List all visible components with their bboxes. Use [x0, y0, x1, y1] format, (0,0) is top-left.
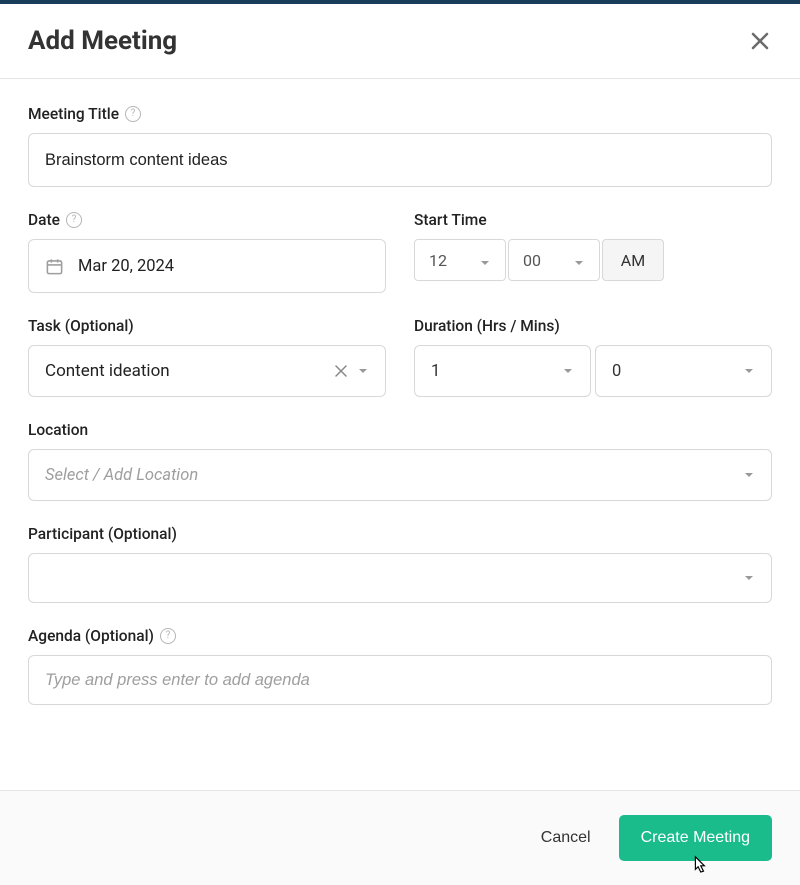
task-select[interactable]: Content ideation [28, 345, 386, 397]
close-icon [335, 365, 347, 377]
participant-select[interactable] [28, 553, 772, 603]
agenda-input[interactable] [28, 655, 772, 705]
duration-row: 1 0 [414, 345, 772, 397]
label-row: Participant (Optional) [28, 525, 772, 543]
row-date-time: Date ? Mar 20, 2024 Start Time 12 [28, 211, 772, 293]
task-label: Task (Optional) [28, 317, 134, 335]
chevron-down-icon [562, 365, 574, 377]
cancel-button[interactable]: Cancel [541, 829, 591, 847]
modal-footer: Cancel Create Meeting [0, 790, 800, 885]
field-duration: Duration (Hrs / Mins) 1 0 [414, 317, 772, 397]
field-agenda: Agenda (Optional) ? [28, 627, 772, 705]
date-input[interactable]: Mar 20, 2024 [28, 239, 386, 293]
clear-task-button[interactable] [335, 361, 347, 382]
label-row: Date ? [28, 211, 386, 229]
meeting-title-label: Meeting Title [28, 105, 119, 123]
close-icon [748, 29, 772, 53]
ampm-toggle[interactable]: AM [602, 239, 664, 281]
chevron-down-icon [357, 365, 369, 377]
help-icon[interactable]: ? [125, 106, 141, 122]
duration-mins-select[interactable]: 0 [595, 345, 772, 397]
duration-mins-value: 0 [612, 362, 621, 381]
date-value: Mar 20, 2024 [78, 257, 174, 276]
help-icon[interactable]: ? [160, 628, 176, 644]
close-button[interactable] [748, 29, 772, 53]
row-task-duration: Task (Optional) Content ideation Duratio… [28, 317, 772, 397]
task-value: Content ideation [45, 361, 170, 381]
create-meeting-button[interactable]: Create Meeting [619, 815, 772, 861]
add-meeting-modal: Add Meeting Meeting Title ? Date ? Ma [0, 0, 800, 885]
start-hour-select[interactable]: 12 [414, 239, 506, 281]
field-start-time: Start Time 12 00 AM [414, 211, 772, 293]
location-select[interactable]: Select / Add Location [28, 449, 772, 501]
chevron-down-icon [743, 365, 755, 377]
duration-hrs-select[interactable]: 1 [414, 345, 591, 397]
calendar-icon [45, 257, 64, 276]
chevron-down-icon [573, 254, 585, 266]
location-label: Location [28, 421, 88, 439]
help-icon[interactable]: ? [66, 212, 82, 228]
location-placeholder: Select / Add Location [45, 466, 198, 485]
meeting-title-input[interactable] [28, 133, 772, 187]
chevron-down-icon [743, 469, 755, 481]
field-date: Date ? Mar 20, 2024 [28, 211, 386, 293]
field-task: Task (Optional) Content ideation [28, 317, 386, 397]
start-time-row: 12 00 AM [414, 239, 772, 281]
start-time-label: Start Time [414, 211, 487, 229]
chevron-down-icon [479, 254, 491, 266]
label-row: Task (Optional) [28, 317, 386, 335]
participant-label: Participant (Optional) [28, 525, 177, 543]
duration-label: Duration (Hrs / Mins) [414, 317, 560, 335]
label-row: Agenda (Optional) ? [28, 627, 772, 645]
duration-hrs-value: 1 [431, 362, 440, 381]
chevron-down-icon [743, 572, 755, 584]
start-hour-value: 12 [429, 251, 447, 270]
modal-header: Add Meeting [0, 4, 800, 79]
ampm-value: AM [621, 251, 645, 270]
start-minute-value: 00 [523, 251, 541, 270]
date-label: Date [28, 211, 60, 229]
field-meeting-title: Meeting Title ? [28, 105, 772, 187]
field-location: Location Select / Add Location [28, 421, 772, 501]
modal-body: Meeting Title ? Date ? Mar 20, 2024 Star… [0, 79, 800, 790]
label-row: Duration (Hrs / Mins) [414, 317, 772, 335]
start-minute-select[interactable]: 00 [508, 239, 600, 281]
label-row: Meeting Title ? [28, 105, 772, 123]
field-participant: Participant (Optional) [28, 525, 772, 603]
label-row: Location [28, 421, 772, 439]
agenda-label: Agenda (Optional) [28, 627, 154, 645]
label-row: Start Time [414, 211, 772, 229]
modal-title: Add Meeting [28, 26, 177, 56]
